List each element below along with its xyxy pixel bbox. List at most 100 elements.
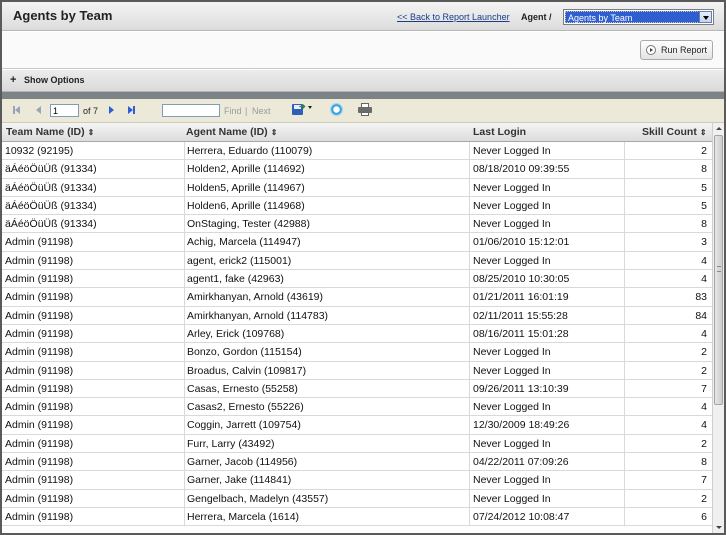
- table-row[interactable]: Admin (91198) Arley, Erick (109768) 08/16/…: [2, 324, 712, 344]
- find-link[interactable]: Find: [224, 106, 242, 116]
- agent-name-cell: Herrera, Marcela (1614): [184, 507, 466, 526]
- next-page-icon[interactable]: [109, 106, 114, 114]
- agent-name-cell: Achig, Marcela (114947): [184, 233, 466, 252]
- team-name-cell: Admin (91198): [5, 273, 74, 286]
- table-row[interactable]: Admin (91198) Achig, Marcela (114947) 01/0…: [2, 233, 712, 252]
- team-name-cell: Admin (91198): [5, 437, 74, 450]
- agent-name-cell: Casas, Ernesto (55258): [184, 379, 466, 398]
- prev-page-icon[interactable]: [36, 106, 41, 114]
- skill-count-cell: 83: [624, 288, 709, 307]
- find-input[interactable]: [162, 104, 220, 117]
- last-login-cell: Never Logged In: [469, 489, 624, 508]
- last-login-cell: Never Logged In: [469, 361, 624, 380]
- team-name-cell: äÁéöÖüÜß (91334): [5, 163, 97, 176]
- column-header-agent[interactable]: Agent Name (ID) ⇕: [186, 123, 277, 142]
- column-header-skill-count[interactable]: Skill Count ⇕: [642, 123, 707, 142]
- plus-icon[interactable]: +: [10, 74, 16, 86]
- sort-icon[interactable]: ⇕: [700, 128, 707, 137]
- agent-name-cell: agent1, fake (42963): [184, 270, 466, 289]
- header-bar: Agents by Team << Back to Report Launche…: [2, 2, 724, 31]
- sort-icon[interactable]: ⇕: [88, 128, 95, 137]
- last-login-cell: Never Logged In: [469, 343, 624, 362]
- table-row[interactable]: äÁéöÖüÜß (91334) OnStaging, Tester (42988…: [2, 215, 712, 234]
- run-report-button[interactable]: Run Report: [640, 40, 713, 60]
- find-separator: |: [245, 106, 248, 116]
- back-to-launcher-link[interactable]: << Back to Report Launcher: [397, 12, 510, 22]
- print-icon[interactable]: [358, 103, 372, 116]
- agent-name-cell: Casas2, Ernesto (55226): [184, 398, 466, 417]
- vertical-scrollbar[interactable]: [712, 123, 724, 533]
- export-icon[interactable]: ➜: [292, 102, 306, 115]
- table-row[interactable]: äÁéöÖüÜß (91334) Holden2, Aprille (114692…: [2, 160, 712, 179]
- last-login-cell: 08/16/2011 15:01:28: [469, 324, 624, 343]
- show-options-label[interactable]: Show Options: [24, 75, 85, 85]
- report-select[interactable]: Agents by Team: [563, 9, 714, 25]
- report-window: Agents by Team << Back to Report Launche…: [0, 0, 726, 535]
- team-name-cell: äÁéöÖüÜß (91334): [5, 181, 97, 194]
- last-login-cell: Never Logged In: [469, 398, 624, 417]
- chevron-down-icon[interactable]: [699, 11, 712, 23]
- skill-count-cell: 3: [624, 233, 709, 252]
- agent-label: Agent /: [521, 12, 552, 22]
- last-login-cell: Never Logged In: [469, 215, 624, 234]
- page-number-input[interactable]: [50, 104, 79, 117]
- last-login-cell: 08/18/2010 09:39:55: [469, 160, 624, 179]
- last-login-cell: 02/11/2011 15:55:28: [469, 306, 624, 325]
- team-name-cell: Admin (91198): [5, 327, 74, 340]
- sort-icon[interactable]: ⇕: [271, 128, 278, 137]
- table-row[interactable]: Admin (91198) Garner, Jake (114841) Never …: [2, 471, 712, 490]
- table-row[interactable]: Admin (91198) Amirkhanyan, Arnold (43619)…: [2, 288, 712, 307]
- agent-name-cell: Arley, Erick (109768): [184, 324, 466, 343]
- column-header-last-login: Last Login: [473, 126, 527, 138]
- agent-name-cell: Garner, Jacob (114956): [184, 453, 466, 472]
- team-name-cell: Admin (91198): [5, 419, 74, 432]
- scroll-thumb[interactable]: [714, 135, 723, 405]
- scroll-down-icon[interactable]: [713, 522, 724, 533]
- table-row[interactable]: Admin (91198) Gengelbach, Madelyn (43557)…: [2, 489, 712, 508]
- show-options-bar[interactable]: + Show Options: [2, 70, 724, 92]
- refresh-icon[interactable]: [330, 103, 343, 116]
- skill-count-cell: 4: [624, 324, 709, 343]
- table-row[interactable]: Admin (91198) Casas2, Ernesto (55226) Neve…: [2, 398, 712, 417]
- team-name-cell: Admin (91198): [5, 309, 74, 322]
- skill-count-cell: 2: [624, 142, 709, 160]
- team-name-cell: Admin (91198): [5, 401, 74, 414]
- table-row[interactable]: äÁéöÖüÜß (91334) Holden5, Aprille (114967…: [2, 178, 712, 197]
- table-row[interactable]: Admin (91198) Coggin, Jarrett (109754) 12/…: [2, 416, 712, 435]
- report-toolbar: of 7 Find | Next ➜: [2, 99, 724, 123]
- run-area: Run Report: [2, 32, 724, 69]
- table-row[interactable]: 10932 (92195) Herrera, Eduardo (110079) Ne…: [2, 142, 712, 161]
- last-login-cell: 07/24/2012 10:08:47: [469, 507, 624, 526]
- agent-name-cell: Gengelbach, Madelyn (43557): [184, 489, 466, 508]
- table-row[interactable]: äÁéöÖüÜß (91334) Holden6, Aprille (114968…: [2, 196, 712, 216]
- skill-count-cell: 8: [624, 160, 709, 179]
- table-row[interactable]: Admin (91198) Broadus, Calvin (109817) Nev…: [2, 361, 712, 380]
- report-select-value: Agents by Team: [565, 11, 700, 23]
- scroll-up-icon[interactable]: [713, 123, 724, 134]
- agent-name-cell: Holden2, Aprille (114692): [184, 160, 466, 179]
- export-dropdown-icon[interactable]: [308, 106, 312, 109]
- last-login-cell: Never Logged In: [469, 142, 624, 160]
- table-row[interactable]: Admin (91198) Herrera, Marcela (1614) 07/2…: [2, 507, 712, 527]
- last-login-cell: 04/22/2011 07:09:26: [469, 453, 624, 472]
- agent-name-cell: agent, erick2 (115001): [184, 251, 466, 270]
- table-row[interactable]: Admin (91198) agent1, fake (42963) 08/25/2…: [2, 270, 712, 289]
- table-row[interactable]: Admin (91198) Furr, Larry (43492) Never Lo…: [2, 434, 712, 454]
- column-header-team[interactable]: Team Name (ID) ⇕: [6, 123, 94, 142]
- table-row[interactable]: Admin (91198) Bonzo, Gordon (115154) Never…: [2, 343, 712, 362]
- team-name-cell: äÁéöÖüÜß (91334): [5, 199, 97, 212]
- table-row[interactable]: Admin (91198) Amirkhanyan, Arnold (114783…: [2, 306, 712, 325]
- agent-name-cell: Holden6, Aprille (114968): [184, 196, 466, 215]
- table-row[interactable]: Admin (91198) Garner, Jacob (114956) 04/22…: [2, 453, 712, 472]
- play-icon: [646, 45, 656, 55]
- find-next-link[interactable]: Next: [252, 106, 271, 116]
- table-row[interactable]: Admin (91198) Casas, Ernesto (55258) 09/26…: [2, 379, 712, 399]
- last-login-cell: 12/30/2009 18:49:26: [469, 416, 624, 435]
- last-login-cell: Never Logged In: [469, 434, 624, 453]
- page-count-label: of 7: [83, 106, 99, 116]
- agent-name-cell: Holden5, Aprille (114967): [184, 178, 466, 197]
- team-name-cell: äÁéöÖüÜß (91334): [5, 218, 97, 231]
- table-row[interactable]: Admin (91198) agent, erick2 (115001) Never…: [2, 251, 712, 271]
- run-report-label: Run Report: [661, 45, 708, 55]
- skill-count-cell: 5: [624, 196, 709, 215]
